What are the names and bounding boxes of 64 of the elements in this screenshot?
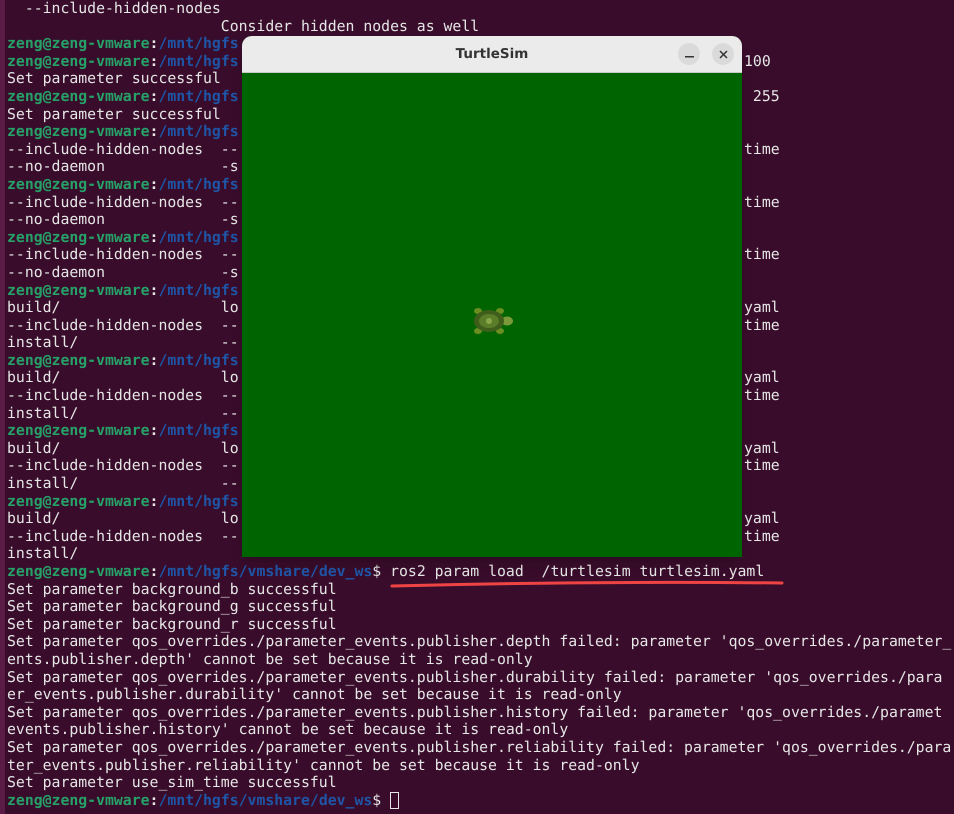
terminal-line: ents.publisher.depth' cannot be set because it is read-only [7, 650, 533, 669]
terminal-line: --no-daemon -s [7, 211, 239, 229]
terminal-line: --include-hidden-nodes -- [7, 246, 239, 264]
terminal-line: Set parameter successful [7, 106, 221, 124]
terminal-line: --include-hidden-nodes -- [7, 457, 239, 476]
terminal-line: zeng@zeng-vmware:/mnt/hgfs [7, 422, 239, 440]
terminal-line: --include-hidden-nodes [24, 0, 221, 18]
terminal-line: time [744, 387, 780, 405]
terminal-line: yaml [744, 299, 780, 317]
terminal-line: --include-hidden-nodes -- [7, 528, 239, 546]
terminal-line: Set parameter use_sim_time successful [7, 774, 337, 792]
terminal-line: zeng@zeng-vmware:/mnt/hgfs [7, 228, 239, 246]
terminal-line: Set parameter qos_overrides./parameter_events.publisher.reliability failed: parameter 'qos_overrides./para [7, 738, 952, 757]
terminal-line: --no-daemon -s [7, 264, 239, 282]
terminal-line: build/ lo [7, 369, 239, 388]
terminal-line: Set parameter background_r successful [7, 616, 337, 634]
terminal-line: install/ -- [7, 334, 239, 352]
terminal-line: er_events.publisher.durability' cannot be set because it is read-only [7, 686, 622, 704]
terminal-line: zeng@zeng-vmware:/mnt/hgfs [7, 352, 239, 370]
terminal-line: zeng@zeng-vmware:/mnt/hgfs [7, 492, 239, 510]
terminal-line: ter_events.publisher.reliability' cannot be set because it is read-only [7, 756, 640, 774]
terminal-line: yaml [744, 369, 780, 388]
terminal-line: time [744, 528, 780, 546]
terminal-line: zeng@zeng-vmware:/mnt/hgfs [7, 52, 239, 70]
window-title: TurtleSim [456, 44, 528, 64]
terminal-line: time [744, 246, 780, 264]
terminal-line: Set parameter successful [7, 70, 221, 88]
terminal-line: build/ lo [7, 510, 239, 528]
terminal-line: zeng@zeng-vmware:/mnt/hgfs [7, 282, 239, 300]
terminal-line: time [744, 140, 780, 158]
terminal-line: 255 [752, 88, 780, 106]
terminal-line: zeng@zeng-vmware:/mnt/hgfs [7, 88, 239, 106]
terminal-line: build/ lo [7, 299, 239, 317]
terminal-line: events.publisher.history' cannot be set because it is read-only [7, 721, 568, 739]
terminal-line: Consider hidden nodes as well [220, 18, 480, 36]
terminal-line: Set parameter qos_overrides./parameter_events.publisher.durability failed: parameter 'qos_overrides./para [7, 668, 942, 686]
terminal-line: time [744, 316, 780, 334]
terminal-line: 100 [744, 52, 771, 70]
terminal-line: yaml [744, 510, 780, 528]
minimize-button[interactable] [678, 43, 700, 65]
terminal-line: zeng@zeng-vmware:/mnt/hgfs [7, 123, 239, 141]
terminal-line: zeng@zeng-vmware:/mnt/hgfs/vmshare/dev_ws$ ros2 param load /turtlesim turtlesim.yaml [7, 563, 764, 581]
terminal-line: time [744, 457, 780, 476]
minimize-icon [684, 56, 694, 58]
terminal-line: --include-hidden-nodes -- [7, 387, 239, 405]
terminal-line: Set parameter qos_overrides./parameter_events.publisher.history failed: parameter 'qos_overrides./paramet [7, 704, 942, 722]
terminal-line: install/ -- [7, 475, 239, 493]
terminal-line: time [744, 194, 780, 212]
terminal-line: zeng@zeng-vmware:/mnt/hgfs [7, 35, 239, 53]
close-icon [718, 50, 728, 58]
terminal-line: --no-daemon -s [7, 158, 239, 176]
terminal-line: --include-hidden-nodes -- [7, 140, 239, 158]
terminal-line: yaml [744, 440, 780, 458]
terminal-line: install/ -- [7, 404, 239, 422]
terminal-line: zeng@zeng-vmware:/mnt/hgfs/vmshare/dev_ws$ [7, 792, 382, 810]
terminal-line: build/ lo [7, 440, 239, 458]
terminal-line: Set parameter qos_overrides./parameter_events.publisher.depth failed: parameter 'qos_overrides./parameter_ [7, 633, 952, 651]
terminal-line: Set parameter background_g successful [7, 598, 337, 616]
terminal-line: zeng@zeng-vmware:/mnt/hgfs [7, 176, 239, 194]
terminal-line: install/ [7, 545, 78, 563]
terminal-line: --include-hidden-nodes -- [7, 194, 239, 212]
terminal-line: --include-hidden-nodes -- [7, 316, 239, 334]
terminal-line: Set parameter background_b successful [7, 580, 337, 598]
close-button[interactable] [712, 43, 734, 65]
